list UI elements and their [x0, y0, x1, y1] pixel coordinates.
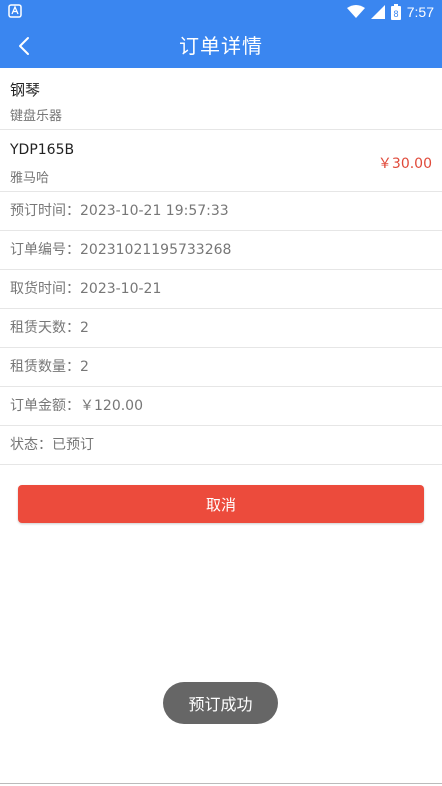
status-icons: 8 7:57	[346, 2, 434, 22]
info-row-order-number: 订单编号：20231021195733268	[0, 231, 442, 270]
info-value: 已预订	[52, 437, 94, 453]
info-value: 2	[80, 359, 89, 375]
battery-icon: 8	[390, 4, 401, 20]
toast-message: 预订成功	[163, 682, 278, 724]
info-row-rental-quantity: 租赁数量：2	[0, 348, 442, 387]
info-value: 20231021195733268	[80, 242, 232, 258]
info-row-status: 状态：已预订	[0, 426, 442, 465]
info-value: 2023-10-21	[80, 281, 162, 297]
info-row-pickup-time: 取货时间：2023-10-21	[0, 270, 442, 309]
back-button[interactable]	[8, 30, 40, 62]
info-label: 租赁数量：	[10, 359, 80, 375]
product-name: 钢琴	[10, 81, 41, 99]
status-bar: 8 7:57	[0, 0, 442, 24]
info-label: 状态：	[10, 437, 52, 453]
chevron-left-icon	[19, 37, 29, 55]
item-brand: 雅马哈	[10, 171, 50, 186]
info-label: 租赁天数：	[10, 320, 80, 336]
info-label: 预订时间：	[10, 203, 80, 219]
wifi-icon	[346, 5, 365, 18]
app-notification-icon	[8, 4, 22, 18]
product-category: 键盘乐器	[10, 109, 63, 124]
page-title: 订单详情	[179, 34, 263, 58]
bottom-divider	[0, 783, 442, 784]
signal-icon	[370, 5, 385, 19]
screen: 8 7:57 订单详情 钢琴 键盘乐器 YDP165B 雅马哈 ￥30.00 预…	[0, 0, 442, 786]
item-price: ￥30.00	[377, 156, 432, 172]
info-value: ￥120.00	[80, 398, 143, 414]
status-time: 7:57	[406, 4, 434, 20]
svg-text:8: 8	[393, 9, 398, 19]
info-label: 订单编号：	[10, 242, 80, 258]
order-detail-content: 钢琴 键盘乐器 YDP165B 雅马哈 ￥30.00 预订时间：2023-10-…	[0, 68, 442, 523]
info-value: 2	[80, 320, 89, 336]
info-row-order-amount: 订单金额：￥120.00	[0, 387, 442, 426]
app-bar: 订单详情	[0, 24, 442, 68]
item-model: YDP165B	[10, 142, 75, 158]
info-row-booking-time: 预订时间：2023-10-21 19:57:33	[0, 192, 442, 231]
cancel-button[interactable]: 取消	[18, 485, 424, 523]
info-label: 订单金额：	[10, 398, 80, 414]
info-label: 取货时间：	[10, 281, 80, 297]
info-row-rental-days: 租赁天数：2	[0, 309, 442, 348]
item-row: YDP165B 雅马哈 ￥30.00	[0, 130, 442, 192]
info-value: 2023-10-21 19:57:33	[80, 203, 229, 219]
product-row: 钢琴 键盘乐器	[0, 68, 442, 130]
